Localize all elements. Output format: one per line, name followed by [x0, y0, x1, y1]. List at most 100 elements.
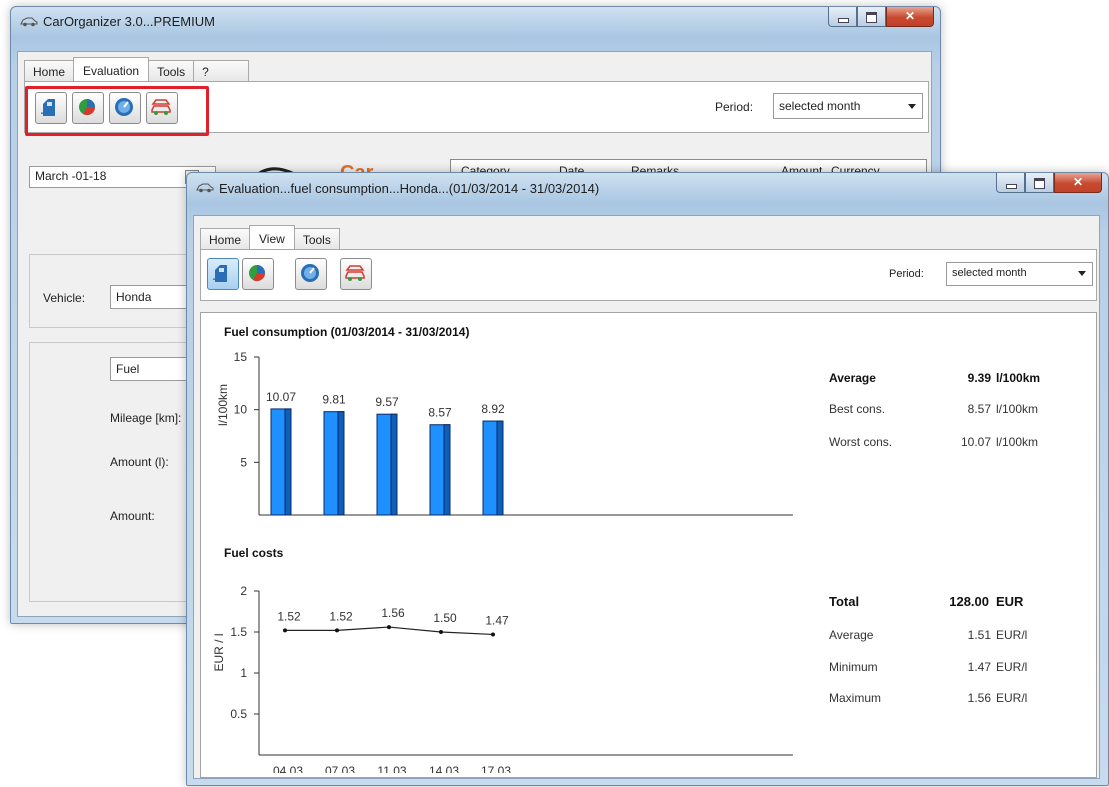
stat-cost-average-label: Average — [829, 628, 874, 642]
stat-worst-unit: l/100km — [996, 435, 1039, 449]
cost-point — [491, 632, 495, 637]
main-tab-tools[interactable]: Tools — [148, 60, 195, 82]
pie-chart-icon — [249, 265, 266, 282]
eval-fuel-button[interactable] — [207, 258, 239, 290]
minimize-button[interactable] — [996, 173, 1025, 193]
minimize-icon — [838, 18, 849, 23]
stat-cost-average-value: 1.51 — [967, 628, 991, 642]
eval-tab-tools[interactable]: Tools — [293, 228, 340, 250]
main-titlebar[interactable]: CarOrganizer 3.0...PREMIUM ✕ — [11, 7, 940, 37]
x-tick-label: 17.03 — [481, 764, 511, 773]
eval-period-label: Period: — [889, 268, 924, 280]
y-tick-label: 5 — [240, 455, 247, 469]
stat-minimum-unit: EUR/l — [996, 660, 1028, 674]
eval-pie-button[interactable] — [242, 258, 274, 290]
stat-maximum-value: 1.56 — [967, 691, 991, 705]
y-tick-label: 2 — [240, 584, 247, 598]
eval-car-button[interactable] — [340, 258, 372, 290]
stat-average-unit: l/100km — [996, 371, 1041, 385]
stat-best-label: Best cons. — [829, 402, 886, 416]
eval-titlebar[interactable]: Evaluation...fuel consumption...Honda...… — [187, 173, 1108, 203]
main-tab-help[interactable]: ? — [193, 60, 250, 82]
cost-point — [283, 628, 287, 633]
fuel-pump-icon — [213, 265, 227, 282]
fuel-costs-chart: 0.511.52EUR / l1.5204.031.5207.031.5611.… — [212, 584, 793, 773]
close-button[interactable]: ✕ — [886, 7, 934, 27]
highlight-box — [25, 86, 209, 136]
chevron-down-icon — [1078, 271, 1086, 276]
stat-total-label: Total — [829, 594, 860, 609]
category-value: Fuel — [116, 362, 140, 376]
maximize-button[interactable] — [857, 7, 886, 27]
x-tick-label: 04.03 — [273, 764, 303, 773]
stat-total-unit: EUR — [996, 594, 1024, 609]
bar-side — [390, 413, 398, 516]
eval-window-title: Evaluation...fuel consumption...Honda...… — [219, 181, 600, 196]
main-tab-home[interactable]: Home — [24, 60, 75, 82]
main-window-title: CarOrganizer 3.0...PREMIUM — [43, 14, 215, 29]
vehicle-label: Vehicle: — [43, 291, 86, 305]
cost-point — [387, 625, 391, 630]
amount-l-label: Amount (l): — [110, 455, 169, 469]
x-tick-label: 11.03 — [377, 764, 406, 773]
stat-average-label: Average — [829, 371, 876, 385]
stat-maximum-unit: EUR/l — [996, 691, 1028, 705]
costs-title: Fuel costs — [224, 546, 284, 560]
y-tick-label: 10 — [234, 403, 248, 417]
close-icon: ✕ — [904, 9, 916, 23]
eval-client-area: Home View Tools Period: selected month F… — [193, 215, 1100, 779]
y-tick-label: 15 — [234, 350, 248, 364]
main-period-value: selected month — [779, 99, 861, 113]
x-tick-label: 14.03 — [429, 764, 459, 773]
car-icon — [345, 265, 365, 281]
consumption-title: Fuel consumption (01/03/2014 - 31/03/201… — [224, 325, 470, 339]
maximize-icon — [866, 12, 877, 23]
stat-cost-average-unit: EUR/l — [996, 628, 1028, 642]
point-value-label: 1.47 — [485, 613, 509, 627]
eval-tab-view[interactable]: View — [249, 225, 295, 251]
maximize-button[interactable] — [1025, 173, 1054, 193]
bar-value-label: 9.57 — [375, 395, 399, 409]
vehicle-value: Honda — [116, 290, 152, 304]
bar-side — [443, 424, 451, 516]
chevron-down-icon — [908, 104, 916, 109]
point-value-label: 1.52 — [277, 609, 301, 623]
bar-value-label: 8.57 — [428, 406, 452, 420]
stat-maximum-label: Maximum — [829, 691, 882, 705]
eval-speedometer-button[interactable] — [295, 258, 327, 290]
eval-period-value: selected month — [952, 267, 1027, 279]
minimize-button[interactable] — [828, 7, 857, 27]
main-tabs: Home Evaluation Tools ? — [24, 56, 250, 83]
stat-total-value: 128.00 — [949, 594, 989, 609]
stat-worst-label: Worst cons. — [829, 435, 893, 449]
main-tab-evaluation[interactable]: Evaluation — [73, 57, 150, 83]
speedometer-icon — [301, 264, 319, 282]
eval-tabs: Home View Tools — [200, 224, 340, 251]
stat-average-value: 9.39 — [967, 371, 991, 385]
y-tick-label: 1.5 — [230, 625, 247, 639]
stat-best-unit: l/100km — [996, 402, 1039, 416]
car-logo-icon — [20, 17, 38, 27]
evaluation-window: Evaluation...fuel consumption...Honda...… — [186, 172, 1109, 786]
close-button[interactable]: ✕ — [1054, 173, 1102, 193]
date-value: March -01-18 — [35, 169, 107, 183]
point-value-label: 1.50 — [433, 611, 457, 625]
stat-worst-value: 10.07 — [960, 435, 991, 449]
bar-value-label: 8.92 — [481, 402, 505, 416]
bar-value-label: 10.07 — [266, 390, 296, 404]
stat-minimum-label: Minimum — [829, 660, 878, 674]
cost-point — [439, 630, 443, 634]
amount-label: Amount: — [110, 509, 155, 523]
eval-period-select[interactable]: selected month — [946, 262, 1093, 286]
main-period-select[interactable]: selected month — [773, 93, 923, 119]
bar-value-label: 9.81 — [322, 393, 346, 407]
bar-side — [496, 420, 504, 516]
point-value-label: 1.52 — [329, 609, 353, 623]
cost-point — [335, 628, 339, 633]
car-logo-icon — [196, 183, 214, 193]
evaluation-panel: Fuel consumption (01/03/2014 - 31/03/201… — [200, 312, 1097, 778]
eval-tab-home[interactable]: Home — [200, 228, 251, 250]
maximize-icon — [1034, 178, 1045, 189]
close-icon: ✕ — [1072, 175, 1084, 189]
y-tick-label: 1 — [240, 666, 247, 680]
